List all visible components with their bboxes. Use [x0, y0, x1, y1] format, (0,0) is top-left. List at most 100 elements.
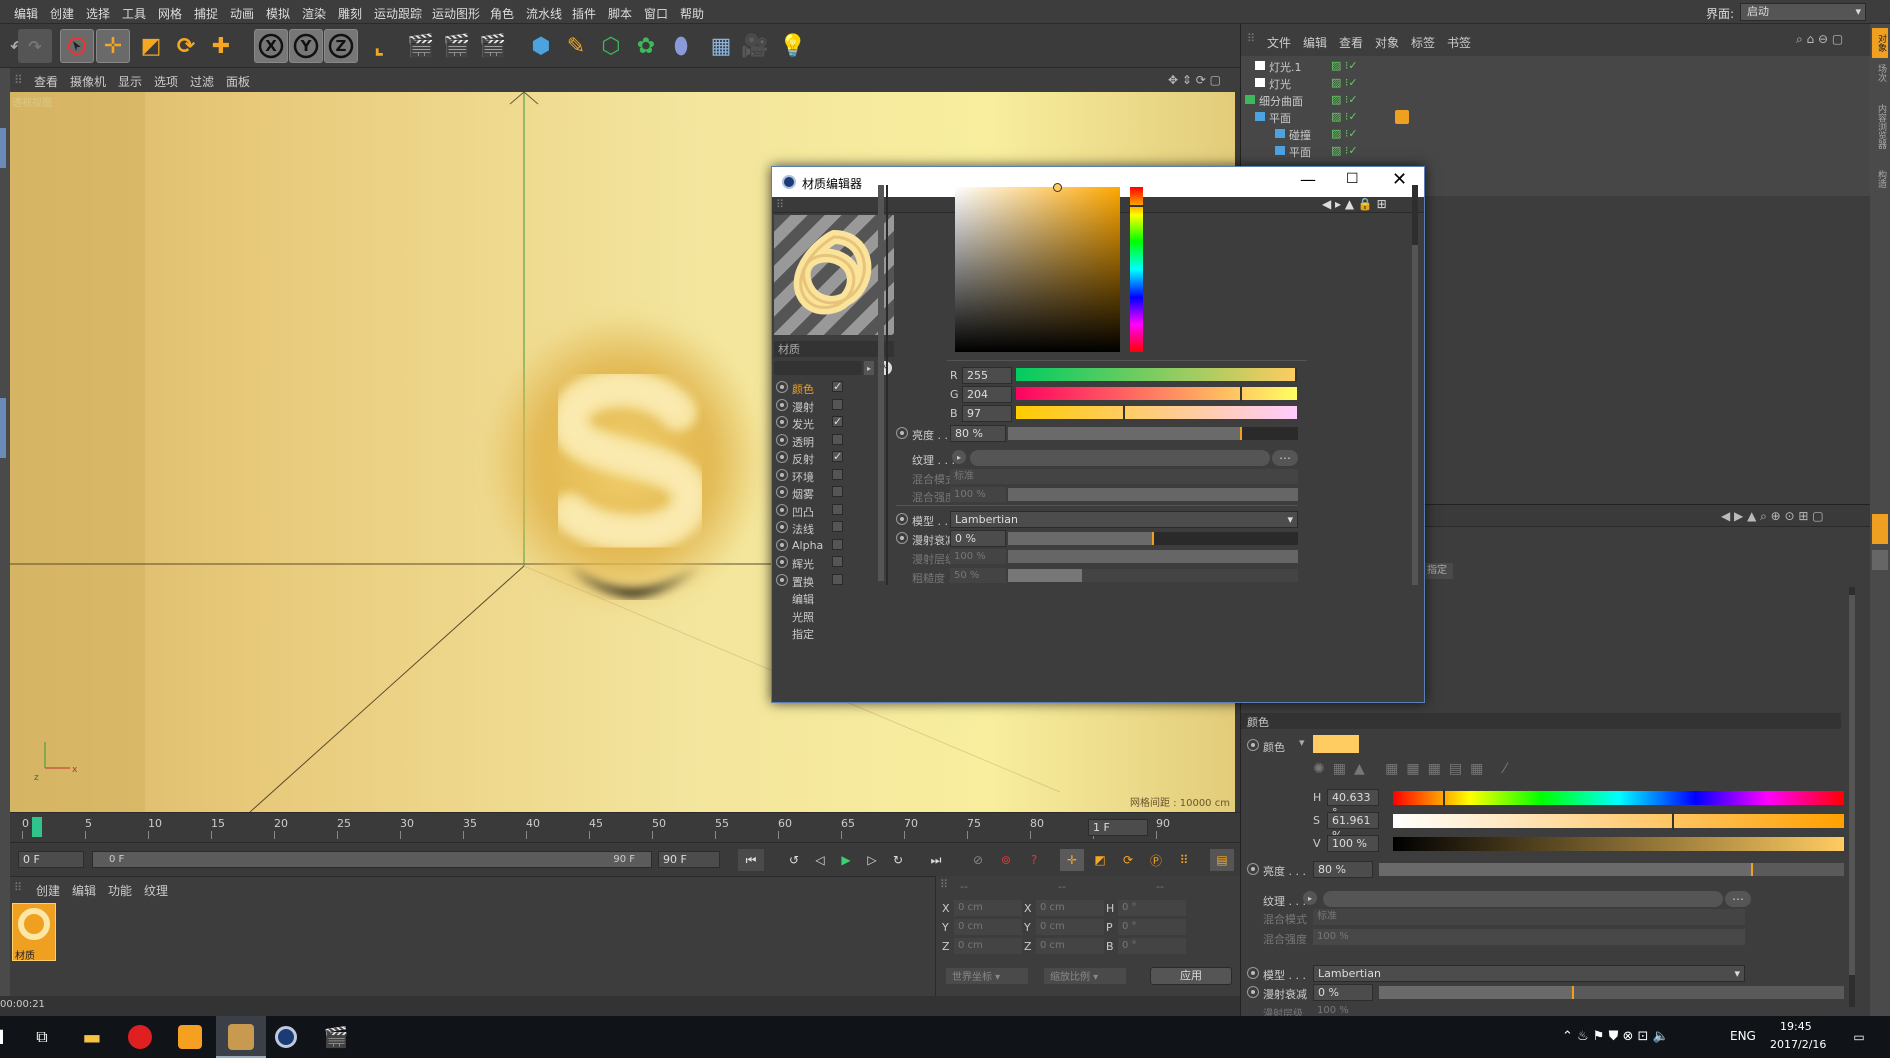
vp-menu-filter[interactable]: 过滤: [190, 73, 214, 90]
start-frame-field[interactable]: 0 F: [18, 851, 84, 868]
channel-radio[interactable]: [776, 538, 788, 551]
channel-checkbox[interactable]: [832, 486, 843, 497]
brightness-field[interactable]: 80 %: [950, 425, 1006, 442]
left-tool-2[interactable]: [0, 398, 6, 458]
game-app-icon[interactable]: [216, 1016, 266, 1058]
channel-checkbox[interactable]: [832, 538, 843, 550]
side-tab-objects[interactable]: 对象: [1872, 28, 1888, 58]
model-dropdown[interactable]: Lambertian ▾: [950, 511, 1298, 528]
roughness-field[interactable]: 50 %: [950, 568, 1006, 583]
channel-checkbox[interactable]: [832, 573, 843, 585]
saturation-slider-handle[interactable]: [1672, 812, 1674, 830]
attr-scrollbar[interactable]: [1849, 587, 1855, 1007]
viewport-nav-icons[interactable]: ✥ ⇕ ⟳ ▢: [1168, 73, 1221, 87]
visibility-toggle-icon[interactable]: ▨ ⁝✓: [1331, 127, 1358, 140]
next-key-icon[interactable]: ↻: [886, 849, 910, 871]
saturation-slider[interactable]: [1393, 812, 1844, 830]
start-button-icon[interactable]: ▌: [0, 1016, 8, 1058]
channel-label[interactable]: Alpha: [792, 539, 823, 552]
render-settings-icon[interactable]: 🎬: [476, 29, 510, 63]
side-tab-takes[interactable]: 场次: [1872, 64, 1888, 94]
attr-texture-arrow-icon[interactable]: ▸: [1303, 891, 1317, 905]
red-field[interactable]: 255: [962, 367, 1012, 384]
channel-radio[interactable]: [776, 503, 788, 516]
expand-arrow-icon[interactable]: ▸: [864, 361, 874, 375]
blue-slider[interactable]: [1016, 405, 1297, 420]
green-slider-handle[interactable]: [1240, 386, 1242, 401]
coord-field[interactable]: 0 cm: [1036, 919, 1104, 935]
channel-label[interactable]: 凹凸: [792, 504, 814, 520]
menu-render[interactable]: 渲染: [302, 5, 326, 22]
coord-field[interactable]: 0 °: [1118, 900, 1186, 916]
brightness-radio[interactable]: [896, 427, 908, 439]
move-tool-icon[interactable]: ✛: [96, 29, 130, 63]
material-name-field[interactable]: 材质: [774, 341, 894, 357]
visibility-toggle-icon[interactable]: ▨ ⁝✓: [1331, 59, 1358, 72]
side-tab-layers[interactable]: [1872, 550, 1888, 570]
value-field[interactable]: 100 %: [1327, 835, 1379, 852]
attr-model-radio[interactable]: [1247, 967, 1259, 979]
diffuse-level-field[interactable]: 100 %: [950, 549, 1006, 564]
menu-help[interactable]: 帮助: [680, 5, 704, 22]
render-view-icon[interactable]: 🎬: [404, 29, 438, 63]
model-radio[interactable]: [896, 513, 908, 525]
channel-radio[interactable]: [776, 451, 788, 463]
menu-animate[interactable]: 动画: [230, 5, 254, 22]
hue-slider-handle[interactable]: [1443, 789, 1445, 807]
green-field[interactable]: 204: [962, 386, 1012, 403]
blend-mode-dropdown[interactable]: 标准: [950, 469, 1298, 484]
color-field-handle[interactable]: [1053, 183, 1062, 192]
obj-search-icon[interactable]: ⌕ ⌂ ⊖ ▢: [1796, 32, 1843, 47]
hue-strip-handle[interactable]: [1129, 205, 1144, 207]
vp-menu-options[interactable]: 选项: [154, 73, 178, 90]
x-axis-lock-icon[interactable]: X: [254, 29, 288, 63]
attr-color-swatch[interactable]: [1313, 735, 1359, 753]
maximize-icon[interactable]: ☐: [1346, 171, 1359, 187]
notification-icon[interactable]: ▭: [1844, 1024, 1874, 1050]
channel-checkbox[interactable]: ✓: [832, 451, 843, 462]
mat-menu-texture[interactable]: 纹理: [144, 882, 168, 899]
frame-field[interactable]: 1 F: [1088, 819, 1148, 836]
menu-mesh[interactable]: 网格: [158, 5, 182, 22]
material-preview[interactable]: [774, 215, 894, 335]
prev-frame-icon[interactable]: ◁: [808, 849, 832, 871]
next-frame-icon[interactable]: ▷: [860, 849, 884, 871]
assign-tab[interactable]: 指定: [1421, 563, 1453, 579]
task-view-icon[interactable]: ⧉: [22, 1022, 62, 1052]
redo-icon[interactable]: ↷: [18, 29, 52, 63]
blend-strength-field[interactable]: 100 %: [950, 487, 1006, 502]
floor-icon[interactable]: ▦: [704, 29, 738, 63]
current-frame-marker[interactable]: [32, 817, 42, 837]
object-row[interactable]: 平面 ▨ ⁝✓: [1241, 143, 1871, 159]
texture-more-button[interactable]: …: [1272, 449, 1298, 466]
channel-checkbox[interactable]: ✓: [832, 381, 843, 392]
timeline-mode-icon[interactable]: ▤: [1210, 849, 1234, 871]
object-row[interactable]: 灯光 ▨ ⁝✓: [1241, 75, 1871, 91]
channel-checkbox[interactable]: [832, 468, 843, 480]
obj-menu-object[interactable]: 对象: [1375, 34, 1399, 51]
hue-slider[interactable]: [1393, 789, 1844, 807]
clock-time[interactable]: 19:45: [1780, 1020, 1812, 1033]
editor-section-label[interactable]: 编辑: [792, 591, 814, 607]
tray-icons[interactable]: ⌃ ♨ ⚑ ⛊ ⊗ ⊡ 🔈: [1562, 1029, 1669, 1044]
vp-menu-panel[interactable]: 面板: [226, 73, 250, 90]
minimize-icon[interactable]: —: [1300, 170, 1316, 189]
record-disabled-icon[interactable]: ⊘: [966, 849, 990, 871]
channel-label[interactable]: 环境: [792, 469, 814, 485]
pen-spline-icon[interactable]: ✎: [559, 29, 593, 63]
green-slider[interactable]: [1016, 386, 1297, 401]
dialog-scrollbar[interactable]: [1412, 185, 1418, 585]
coord-field[interactable]: 0 cm: [954, 919, 1022, 935]
hue-strip[interactable]: [1129, 187, 1144, 352]
rotate-tool-icon[interactable]: ⟳: [169, 29, 203, 63]
channel-checkbox[interactable]: ✓: [832, 416, 843, 427]
channel-checkbox[interactable]: [832, 398, 843, 410]
z-axis-lock-icon[interactable]: Z: [324, 29, 358, 63]
channel-scrollbar-thumb[interactable]: [878, 185, 884, 581]
light-icon[interactable]: 💡: [776, 29, 810, 63]
diffuse-level-slider[interactable]: [1008, 550, 1298, 563]
input-language[interactable]: ENG: [1730, 1029, 1756, 1043]
end-frame-field[interactable]: 90 F: [658, 851, 720, 868]
weibo-icon[interactable]: [170, 1022, 210, 1052]
scale-tool-icon[interactable]: ◩: [134, 29, 168, 63]
